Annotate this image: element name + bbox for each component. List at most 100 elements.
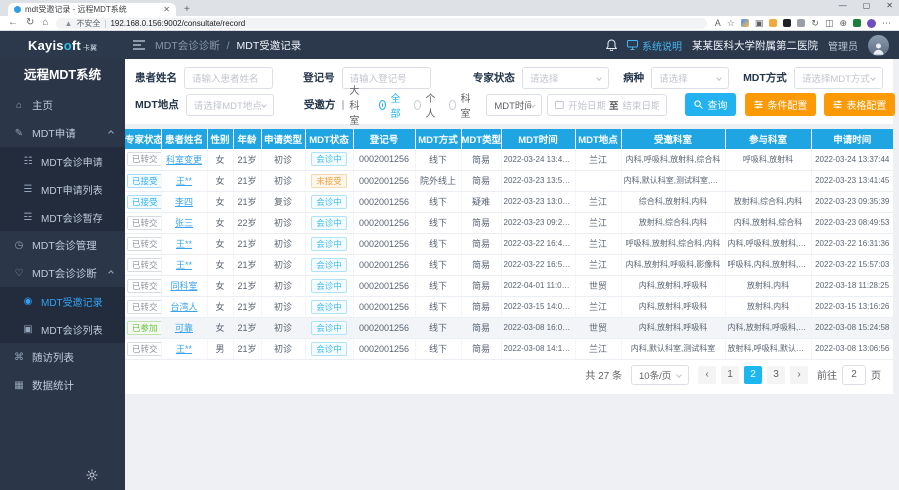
sidebar-item--[interactable]: ▦数据统计 — [0, 371, 125, 399]
sidebar-item-mdt-[interactable]: ☷MDT会诊申请 — [0, 147, 125, 175]
filter-select-2[interactable]: 请选择 — [522, 67, 609, 89]
patient-name-link[interactable]: 可靠 — [175, 323, 193, 333]
sidebar-item-mdt-[interactable]: ♡MDT会诊诊断 — [0, 259, 125, 287]
mdt-mode-cell: 线下 — [415, 191, 461, 212]
reg-no-cell: 0002001256 — [353, 149, 415, 170]
sidebar-item-mdt-[interactable]: ✎MDT申请 — [0, 119, 125, 147]
next-page-button[interactable]: › — [790, 366, 808, 384]
sidebar-item--[interactable]: ⌘随访列表 — [0, 343, 125, 371]
home-icon[interactable]: ⌂ — [42, 18, 48, 28]
mdt-type-cell: 简易 — [461, 275, 501, 296]
sidebar-item-label: MDT申请 — [32, 126, 76, 141]
browser-tab[interactable]: mdt受邀记录 - 远程MDT系统 ✕ — [8, 3, 176, 16]
mdt-place-select[interactable]: 请选择MDT地点 — [186, 94, 274, 116]
refresh-icon[interactable]: ↻ — [26, 18, 34, 28]
radio-personal[interactable]: 个人 — [414, 90, 438, 120]
reg-no-cell: 0002001256 — [353, 170, 415, 191]
extension-icon[interactable] — [769, 19, 777, 27]
browser-essentials-icon[interactable]: ⊕ — [839, 19, 847, 28]
sidebar-item-mdt-[interactable]: ◷MDT会诊管理 — [0, 231, 125, 259]
patient-name-link[interactable]: 张三 — [175, 218, 193, 228]
sidebar-item-mdt-[interactable]: ☰MDT申请列表 — [0, 175, 125, 203]
extension-icon[interactable] — [853, 19, 861, 27]
mdt-type-cell: 简易 — [461, 233, 501, 254]
apply-type-cell: 初诊 — [261, 149, 305, 170]
column-header: 参与科室 — [725, 129, 811, 149]
settings-gear-icon[interactable] — [86, 469, 98, 481]
collections-icon[interactable]: ▣ — [755, 19, 764, 28]
table-config-button[interactable]: 表格配置 — [824, 93, 895, 116]
patient-name-link[interactable]: 科室变更 — [166, 155, 202, 165]
time-type-select[interactable]: MDT时间 — [486, 94, 542, 116]
date-range-picker[interactable]: 开始日期 至 结束日期 — [547, 94, 667, 116]
patient-name-link[interactable]: 李四 — [175, 197, 193, 207]
window-close-button[interactable]: ✕ — [886, 1, 893, 10]
sync-icon[interactable]: ↻ — [811, 19, 819, 28]
mdt-place-cell: 兰江 — [575, 296, 621, 317]
split-screen-icon[interactable]: ◫ — [825, 19, 834, 28]
sidebar-item-mdt-[interactable]: ▣MDT会诊列表 — [0, 315, 125, 343]
mdt-type-cell: 疑难 — [461, 191, 501, 212]
back-icon[interactable]: ← — [8, 18, 18, 28]
expert-status-cell: 已参加 — [125, 317, 161, 338]
patient-name-link[interactable]: 王** — [176, 176, 192, 186]
system-help-link[interactable]: 系统说明 — [627, 38, 682, 53]
expert-status-cell: 已转交 — [125, 275, 161, 296]
patient-name-cell: 李四 — [161, 191, 207, 212]
expert-status-cell: 已转交 — [125, 212, 161, 233]
user-avatar[interactable] — [868, 35, 889, 56]
patient-name-link[interactable]: 王** — [176, 260, 192, 270]
age-cell: 21岁 — [233, 338, 261, 359]
window-maximize-button[interactable]: ▢ — [863, 1, 871, 10]
patient-name-link[interactable]: 王** — [176, 239, 192, 249]
page-button-3[interactable]: 3 — [767, 366, 785, 384]
filter-select-3[interactable]: 请选择 — [651, 67, 729, 89]
read-aloud-icon[interactable]: A — [715, 19, 721, 28]
dept-checkbox[interactable] — [342, 100, 344, 110]
favorite-star-icon[interactable]: ☆ — [727, 19, 735, 28]
sidebar-collapse-icon[interactable] — [133, 40, 145, 50]
sidebar-system-title: 远程MDT系统 — [0, 59, 125, 91]
page-button-1[interactable]: 1 — [721, 366, 739, 384]
filter-label: 病种 — [623, 70, 644, 85]
sidebar-submenu: ☷MDT会诊申请☰MDT申请列表☲MDT会诊暂存 — [0, 147, 125, 231]
prev-page-button[interactable]: ‹ — [698, 366, 716, 384]
sidebar-item-mdt-[interactable]: ☲MDT会诊暂存 — [0, 203, 125, 231]
extension-icon[interactable] — [741, 19, 749, 27]
sidebar-item--[interactable]: ⌂主页 — [0, 91, 125, 119]
column-header: MDT类型 — [461, 129, 501, 149]
patient-name-link[interactable]: 王** — [176, 344, 192, 354]
mdt-type-cell: 简易 — [461, 317, 501, 338]
browser-profile-avatar[interactable] — [867, 19, 876, 28]
radio-all[interactable]: 全部 — [379, 90, 403, 120]
sidebar-item-mdt-[interactable]: ◉MDT受邀记录 — [0, 287, 125, 315]
dept-checkbox-label[interactable]: 大科室 — [349, 82, 359, 127]
filter-input-0[interactable]: 请输入患者姓名 — [184, 67, 273, 89]
apply-type-cell: 初诊 — [261, 296, 305, 317]
extension-icon[interactable] — [783, 19, 791, 27]
records-table: 专家状态患者姓名性别年龄申请类型MDT状态登记号MDT方式MDT类型MDT时间M… — [125, 129, 893, 360]
expert-status-badge: 已接受 — [127, 195, 161, 209]
window-minimize-button[interactable]: — — [839, 1, 847, 10]
page-size-select[interactable]: 10条/页 — [631, 365, 689, 385]
mdt-time-cell: 2022-03-23 09:20:00 — [501, 212, 575, 233]
radio-department[interactable]: 科室 — [449, 90, 473, 120]
mdt-status-badge: 会诊中 — [311, 300, 347, 314]
page-button-2[interactable]: 2 — [744, 366, 762, 384]
goto-page-input[interactable]: 2 — [842, 365, 866, 385]
filter-select-4[interactable]: 请选择MDT方式 — [794, 67, 883, 89]
invitee-label: 受邀方 — [304, 97, 336, 112]
url-bar[interactable]: ▲ 不安全 | 192.168.0.156:9002/consultate/re… — [56, 18, 706, 29]
patient-name-link[interactable]: 同科室 — [170, 281, 197, 291]
extension-icon[interactable] — [797, 19, 805, 27]
patient-name-link[interactable]: 台湾人 — [170, 302, 197, 312]
mdt-place-cell: 兰江 — [575, 254, 621, 275]
new-tab-button[interactable]: + — [184, 3, 190, 16]
browser-menu-icon[interactable]: ⋯ — [882, 19, 891, 28]
calendar-icon — [555, 100, 564, 109]
condition-config-button[interactable]: 条件配置 — [745, 93, 816, 116]
tab-close-icon[interactable]: ✕ — [163, 5, 170, 14]
notification-bell-icon[interactable] — [606, 39, 617, 51]
join-depts-cell: 放射科,呼吸科,默认科室,测... — [725, 338, 811, 359]
search-button[interactable]: 查询 — [685, 93, 736, 116]
